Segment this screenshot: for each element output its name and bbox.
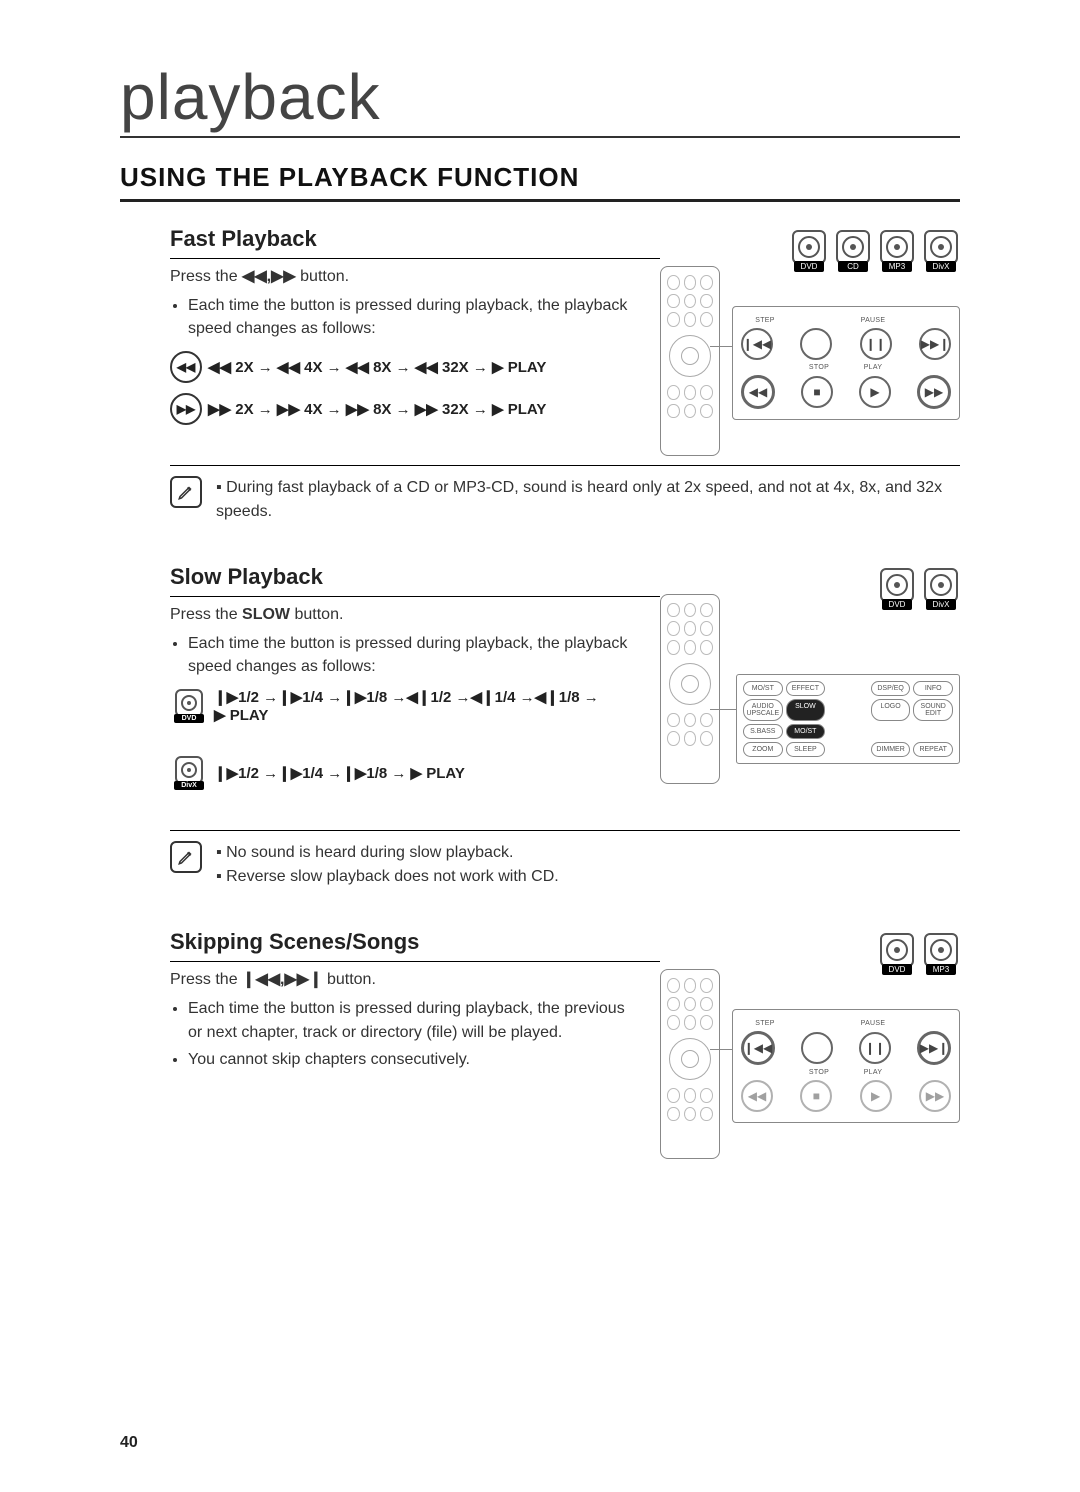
slow-press-line: Press the SLOW button. — [170, 603, 610, 626]
stop-icon: ■ — [801, 376, 833, 408]
slow-press-prefix: Press the — [170, 606, 242, 623]
play-icon: ▶ — [859, 376, 891, 408]
fast-diagram: STEP PAUSE ❙◀◀ ❙❙ ▶▶❙ STOP PLAY — [660, 266, 960, 466]
skip-prev-icon: ❙◀◀ — [741, 328, 773, 360]
ff-icon: ▶▶ — [919, 1080, 951, 1112]
remote-outline — [660, 594, 720, 784]
rewind-button-icon: ◀◀ — [170, 351, 202, 383]
fast-bullet-1: Each time the button is pressed during p… — [188, 294, 628, 340]
ff-icon: ▶▶ — [917, 375, 951, 409]
rewind-icon: ◀◀ — [741, 1080, 773, 1112]
rew-ff-icon: ◀◀,▶▶ — [242, 268, 296, 285]
skip-press-suffix: button. — [327, 971, 376, 988]
inline-badge-dvd: DVD — [170, 689, 208, 723]
remote-outline — [660, 969, 720, 1159]
slow-note-2: Reverse slow playback does not work with… — [216, 865, 960, 889]
fast-callout: STEP PAUSE ❙◀◀ ❙❙ ▶▶❙ STOP PLAY — [732, 306, 960, 420]
chip-sleep: SLEEP — [786, 742, 826, 757]
skip-block: Skipping Scenes/Songs DVD MP3 Press the … — [170, 929, 960, 1071]
slow-callout: MO/ST EFFECT DSP/EQ INFO AUDIO UPSCALE S… — [736, 674, 960, 764]
skip-heading: Skipping Scenes/Songs — [170, 929, 660, 962]
callout-label-stop: STOP — [795, 1069, 843, 1076]
play-icon: ▶ — [860, 1080, 892, 1112]
remote-outline — [660, 266, 720, 456]
fast-playback-block: Fast Playback DVD CD MP3 DivX Press the … — [170, 226, 960, 425]
callout-label-pause: PAUSE — [849, 317, 897, 324]
callout-label-play: PLAY — [849, 364, 897, 371]
fast-press-suffix: button. — [300, 268, 349, 285]
callout-label-stop: STOP — [795, 364, 843, 371]
inline-badge-dvd-label: DVD — [174, 714, 204, 723]
chip-effect: EFFECT — [786, 681, 826, 696]
inline-badge-divx: DivX — [170, 756, 208, 790]
chip-dimmer: DIMMER — [871, 742, 911, 757]
blank-button-icon — [801, 1032, 833, 1064]
chip-zoom: ZOOM — [743, 742, 783, 757]
fastforward-button-icon: ▶▶ — [170, 393, 202, 425]
slow-playback-block: Slow Playback DVD DivX Press the SLOW bu… — [170, 564, 960, 791]
callout-label-step: STEP — [741, 1020, 789, 1027]
rewind-icon: ◀◀ — [741, 375, 775, 409]
pause-icon: ❙❙ — [860, 328, 892, 360]
slow-dvd-seq-text: ❙▶1/2 →❙▶1/4 →❙▶1/8 →◀❙1/2 →◀❙1/4 →◀❙1/8… — [214, 688, 599, 724]
note-pencil-icon — [170, 476, 202, 508]
fast-press-prefix: Press the — [170, 268, 242, 285]
pause-icon: ❙❙ — [859, 1032, 891, 1064]
section-title: USING THE PLAYBACK FUNCTION — [120, 162, 960, 202]
pencil-icon — [177, 848, 195, 866]
slow-playback-heading: Slow Playback — [170, 564, 660, 597]
skip-callout: STEP PAUSE ❙◀◀ ❙❙ ▶▶❙ STOP PLAY — [732, 1009, 960, 1123]
slow-note-1: No sound is heard during slow playback. — [216, 841, 960, 865]
skip-press-prefix: Press the — [170, 971, 242, 988]
chip-slow: SLOW — [786, 699, 826, 721]
page-number: 40 — [120, 1434, 138, 1452]
chip-info: INFO — [913, 681, 953, 696]
chip-logo: LOGO — [871, 699, 911, 721]
chip-dspeq: DSP/EQ — [871, 681, 911, 696]
chip-most2: MO/ST — [786, 724, 826, 739]
callout-label-step: STEP — [741, 317, 789, 324]
fast-press-line: Press the ◀◀,▶▶ button. — [170, 265, 610, 288]
skip-diagram: STEP PAUSE ❙◀◀ ❙❙ ▶▶❙ STOP PLAY — [660, 969, 960, 1169]
blank-button-icon — [800, 328, 832, 360]
rewind-seq-text: ◀◀ 2X → ◀◀ 4X → ◀◀ 8X → ◀◀ 32X → ▶ PLAY — [208, 358, 546, 376]
skip-next-icon: ▶▶❙ — [917, 1031, 951, 1065]
skip-bullet-2: You cannot skip chapters consecutively. — [188, 1048, 628, 1071]
skip-press-line: Press the ❙◀◀,▶▶❙ button. — [170, 968, 610, 991]
skip-bullet-1: Each time the button is pressed during p… — [188, 997, 628, 1043]
chip-audio-upscale: AUDIO UPSCALE — [743, 699, 783, 721]
pencil-icon — [177, 483, 195, 501]
chapter-title: playback — [120, 60, 960, 138]
fast-note: During fast playback of a CD or MP3-CD, … — [170, 476, 960, 524]
stop-icon: ■ — [800, 1080, 832, 1112]
inline-badge-divx-label: DivX — [174, 781, 204, 790]
chip-repeat: REPEAT — [913, 742, 953, 757]
note-pencil-icon — [170, 841, 202, 873]
divider — [170, 830, 960, 831]
chip-most: MO/ST — [743, 681, 783, 696]
fast-playback-heading: Fast Playback — [170, 226, 660, 259]
slow-button-name: SLOW — [242, 606, 290, 623]
chip-sound-edit: SOUND EDIT — [913, 699, 953, 721]
skip-icons: ❙◀◀,▶▶❙ — [242, 971, 322, 988]
callout-label-play: PLAY — [849, 1069, 897, 1076]
slow-dvd-play: ▶ PLAY — [214, 707, 268, 724]
slow-diagram: MO/ST EFFECT DSP/EQ INFO AUDIO UPSCALE S… — [660, 594, 960, 814]
slow-press-suffix: button. — [294, 606, 343, 623]
skip-next-icon: ▶▶❙ — [919, 328, 951, 360]
slow-dvd-line: ❙▶1/2 →❙▶1/4 →❙▶1/8 →◀❙1/2 →◀❙1/4 →◀❙1/8… — [214, 689, 599, 706]
skip-prev-icon: ❙◀◀ — [741, 1031, 775, 1065]
slow-bullet-1: Each time the button is pressed during p… — [188, 632, 628, 678]
callout-label-pause: PAUSE — [849, 1020, 897, 1027]
fast-note-text: During fast playback of a CD or MP3-CD, … — [216, 476, 960, 524]
slow-divx-seq-text: ❙▶1/2 →❙▶1/4 →❙▶1/8 → ▶ PLAY — [214, 764, 465, 782]
ff-seq-text: ▶▶ 2X → ▶▶ 4X → ▶▶ 8X → ▶▶ 32X → ▶ PLAY — [208, 400, 546, 418]
chip-sbass: S.BASS — [743, 724, 783, 739]
slow-note: No sound is heard during slow playback. … — [170, 841, 960, 889]
